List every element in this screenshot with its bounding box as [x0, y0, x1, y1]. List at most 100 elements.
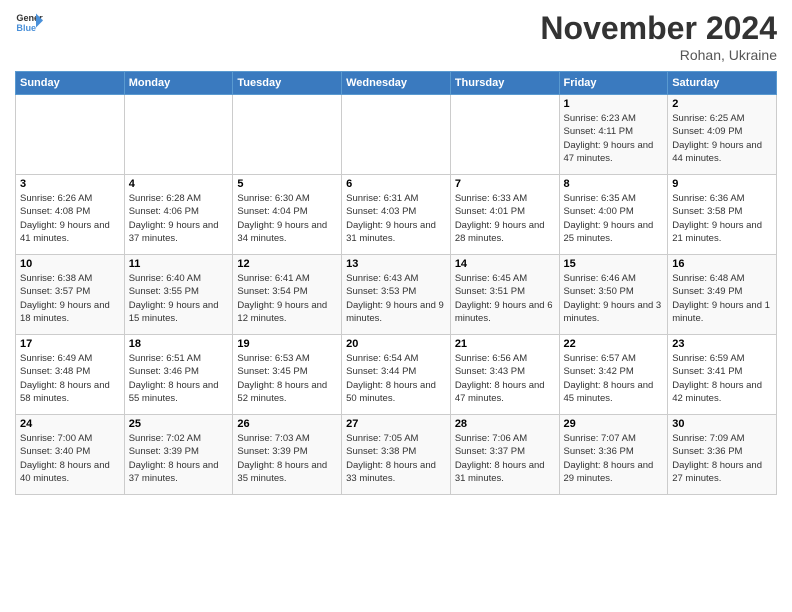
day-number: 6 — [346, 178, 446, 190]
day-info: Sunrise: 6:30 AMSunset: 4:04 PMDaylight:… — [237, 192, 337, 245]
page: General Blue November 2024 Rohan, Ukrain… — [0, 0, 792, 612]
day-info: Sunrise: 6:35 AMSunset: 4:00 PMDaylight:… — [564, 192, 664, 245]
calendar-day-cell: 16 Sunrise: 6:48 AMSunset: 3:49 PMDayligh… — [668, 255, 777, 335]
day-info: Sunrise: 6:43 AMSunset: 3:53 PMDaylight:… — [346, 272, 446, 325]
weekday-header-cell: Sunday — [16, 72, 125, 95]
day-number: 4 — [129, 178, 229, 190]
day-number: 5 — [237, 178, 337, 190]
day-info: Sunrise: 6:38 AMSunset: 3:57 PMDaylight:… — [20, 272, 120, 325]
day-number: 16 — [672, 258, 772, 270]
calendar-week-row: 10 Sunrise: 6:38 AMSunset: 3:57 PMDayligh… — [16, 255, 777, 335]
calendar-day-cell: 1 Sunrise: 6:23 AMSunset: 4:11 PMDaylight… — [559, 95, 668, 175]
logo: General Blue — [15, 10, 43, 38]
day-info: Sunrise: 6:59 AMSunset: 3:41 PMDaylight:… — [672, 352, 772, 405]
calendar-day-cell: 25Sunrise: 7:02 AMSunset: 3:39 PMDayligh… — [124, 415, 233, 495]
day-info: Sunrise: 7:00 AMSunset: 3:40 PMDaylight:… — [20, 432, 120, 485]
calendar-day-cell: 12 Sunrise: 6:41 AMSunset: 3:54 PMDayligh… — [233, 255, 342, 335]
day-info: Sunrise: 6:48 AMSunset: 3:49 PMDaylight:… — [672, 272, 772, 325]
calendar-day-cell: 13 Sunrise: 6:43 AMSunset: 3:53 PMDayligh… — [342, 255, 451, 335]
day-number: 8 — [564, 178, 664, 190]
day-number: 10 — [20, 258, 120, 270]
day-info: Sunrise: 6:46 AMSunset: 3:50 PMDaylight:… — [564, 272, 664, 325]
day-info: Sunrise: 6:31 AMSunset: 4:03 PMDaylight:… — [346, 192, 446, 245]
header: General Blue November 2024 Rohan, Ukrain… — [15, 10, 777, 63]
day-number: 2 — [672, 98, 772, 110]
day-number: 23 — [672, 338, 772, 350]
day-info: Sunrise: 6:33 AMSunset: 4:01 PMDaylight:… — [455, 192, 555, 245]
day-info: Sunrise: 6:40 AMSunset: 3:55 PMDaylight:… — [129, 272, 229, 325]
calendar-day-cell: 26 Sunrise: 7:03 AMSunset: 3:39 PMDayligh… — [233, 415, 342, 495]
calendar-day-cell: 20Sunrise: 6:54 AMSunset: 3:44 PMDayligh… — [342, 335, 451, 415]
title-block: November 2024 Rohan, Ukraine — [540, 10, 777, 63]
day-number: 18 — [129, 338, 229, 350]
weekday-header-cell: Tuesday — [233, 72, 342, 95]
calendar-day-cell: 28 Sunrise: 7:06 AMSunset: 3:37 PMDayligh… — [450, 415, 559, 495]
day-info: Sunrise: 7:06 AMSunset: 3:37 PMDaylight:… — [455, 432, 555, 485]
calendar-day-cell: 3 Sunrise: 6:26 AMSunset: 4:08 PMDaylight… — [16, 175, 125, 255]
day-info: Sunrise: 6:25 AMSunset: 4:09 PMDaylight:… — [672, 112, 772, 165]
calendar-day-cell: 6 Sunrise: 6:31 AMSunset: 4:03 PMDaylight… — [342, 175, 451, 255]
day-number: 19 — [237, 338, 337, 350]
day-number: 30 — [672, 418, 772, 430]
calendar-day-cell: 17 Sunrise: 6:49 AMSunset: 3:48 PMDayligh… — [16, 335, 125, 415]
day-number: 1 — [564, 98, 664, 110]
day-number: 17 — [20, 338, 120, 350]
svg-text:Blue: Blue — [16, 23, 36, 33]
calendar-day-cell: 22 Sunrise: 6:57 AMSunset: 3:42 PMDayligh… — [559, 335, 668, 415]
weekday-header-cell: Wednesday — [342, 72, 451, 95]
day-info: Sunrise: 6:23 AMSunset: 4:11 PMDaylight:… — [564, 112, 664, 165]
logo-icon: General Blue — [15, 10, 43, 38]
calendar-day-cell: 7 Sunrise: 6:33 AMSunset: 4:01 PMDaylight… — [450, 175, 559, 255]
day-info: Sunrise: 6:36 AMSunset: 3:58 PMDaylight:… — [672, 192, 772, 245]
day-number: 27 — [346, 418, 446, 430]
day-number: 11 — [129, 258, 229, 270]
calendar-day-cell: 5 Sunrise: 6:30 AMSunset: 4:04 PMDaylight… — [233, 175, 342, 255]
weekday-header-cell: Saturday — [668, 72, 777, 95]
day-number: 22 — [564, 338, 664, 350]
day-number: 13 — [346, 258, 446, 270]
day-number: 7 — [455, 178, 555, 190]
day-info: Sunrise: 6:54 AMSunset: 3:44 PMDaylight:… — [346, 352, 446, 405]
calendar-day-cell: 10 Sunrise: 6:38 AMSunset: 3:57 PMDayligh… — [16, 255, 125, 335]
calendar-day-cell: 30Sunrise: 7:09 AMSunset: 3:36 PMDayligh… — [668, 415, 777, 495]
day-number: 3 — [20, 178, 120, 190]
day-info: Sunrise: 6:41 AMSunset: 3:54 PMDaylight:… — [237, 272, 337, 325]
calendar-day-cell: 29Sunrise: 7:07 AMSunset: 3:36 PMDayligh… — [559, 415, 668, 495]
weekday-header-cell: Monday — [124, 72, 233, 95]
calendar-body: 1 Sunrise: 6:23 AMSunset: 4:11 PMDaylight… — [16, 95, 777, 495]
day-number: 26 — [237, 418, 337, 430]
day-number: 15 — [564, 258, 664, 270]
calendar-day-cell: 27 Sunrise: 7:05 AMSunset: 3:38 PMDayligh… — [342, 415, 451, 495]
day-info: Sunrise: 7:05 AMSunset: 3:38 PMDaylight:… — [346, 432, 446, 485]
weekday-header-cell: Thursday — [450, 72, 559, 95]
day-info: Sunrise: 6:57 AMSunset: 3:42 PMDaylight:… — [564, 352, 664, 405]
calendar-day-cell: 21 Sunrise: 6:56 AMSunset: 3:43 PMDayligh… — [450, 335, 559, 415]
day-number: 21 — [455, 338, 555, 350]
day-number: 28 — [455, 418, 555, 430]
calendar-day-cell: 8 Sunrise: 6:35 AMSunset: 4:00 PMDaylight… — [559, 175, 668, 255]
weekday-header: SundayMondayTuesdayWednesdayThursdayFrid… — [16, 72, 777, 95]
calendar-week-row: 1 Sunrise: 6:23 AMSunset: 4:11 PMDaylight… — [16, 95, 777, 175]
calendar-day-cell: 14 Sunrise: 6:45 AMSunset: 3:51 PMDayligh… — [450, 255, 559, 335]
day-number: 12 — [237, 258, 337, 270]
day-info: Sunrise: 7:03 AMSunset: 3:39 PMDaylight:… — [237, 432, 337, 485]
day-info: Sunrise: 6:45 AMSunset: 3:51 PMDaylight:… — [455, 272, 555, 325]
weekday-header-cell: Friday — [559, 72, 668, 95]
day-number: 14 — [455, 258, 555, 270]
calendar-day-cell: 18Sunrise: 6:51 AMSunset: 3:46 PMDayligh… — [124, 335, 233, 415]
calendar-day-cell: 15 Sunrise: 6:46 AMSunset: 3:50 PMDayligh… — [559, 255, 668, 335]
day-info: Sunrise: 6:49 AMSunset: 3:48 PMDaylight:… — [20, 352, 120, 405]
calendar-day-cell: 24 Sunrise: 7:00 AMSunset: 3:40 PMDayligh… — [16, 415, 125, 495]
day-number: 24 — [20, 418, 120, 430]
calendar-day-cell — [233, 95, 342, 175]
day-info: Sunrise: 6:56 AMSunset: 3:43 PMDaylight:… — [455, 352, 555, 405]
day-info: Sunrise: 6:53 AMSunset: 3:45 PMDaylight:… — [237, 352, 337, 405]
calendar-day-cell: 4Sunrise: 6:28 AMSunset: 4:06 PMDaylight… — [124, 175, 233, 255]
calendar: SundayMondayTuesdayWednesdayThursdayFrid… — [15, 71, 777, 495]
calendar-day-cell: 23 Sunrise: 6:59 AMSunset: 3:41 PMDayligh… — [668, 335, 777, 415]
day-number: 29 — [564, 418, 664, 430]
day-number: 9 — [672, 178, 772, 190]
day-info: Sunrise: 6:26 AMSunset: 4:08 PMDaylight:… — [20, 192, 120, 245]
subtitle: Rohan, Ukraine — [540, 47, 777, 63]
calendar-day-cell — [16, 95, 125, 175]
